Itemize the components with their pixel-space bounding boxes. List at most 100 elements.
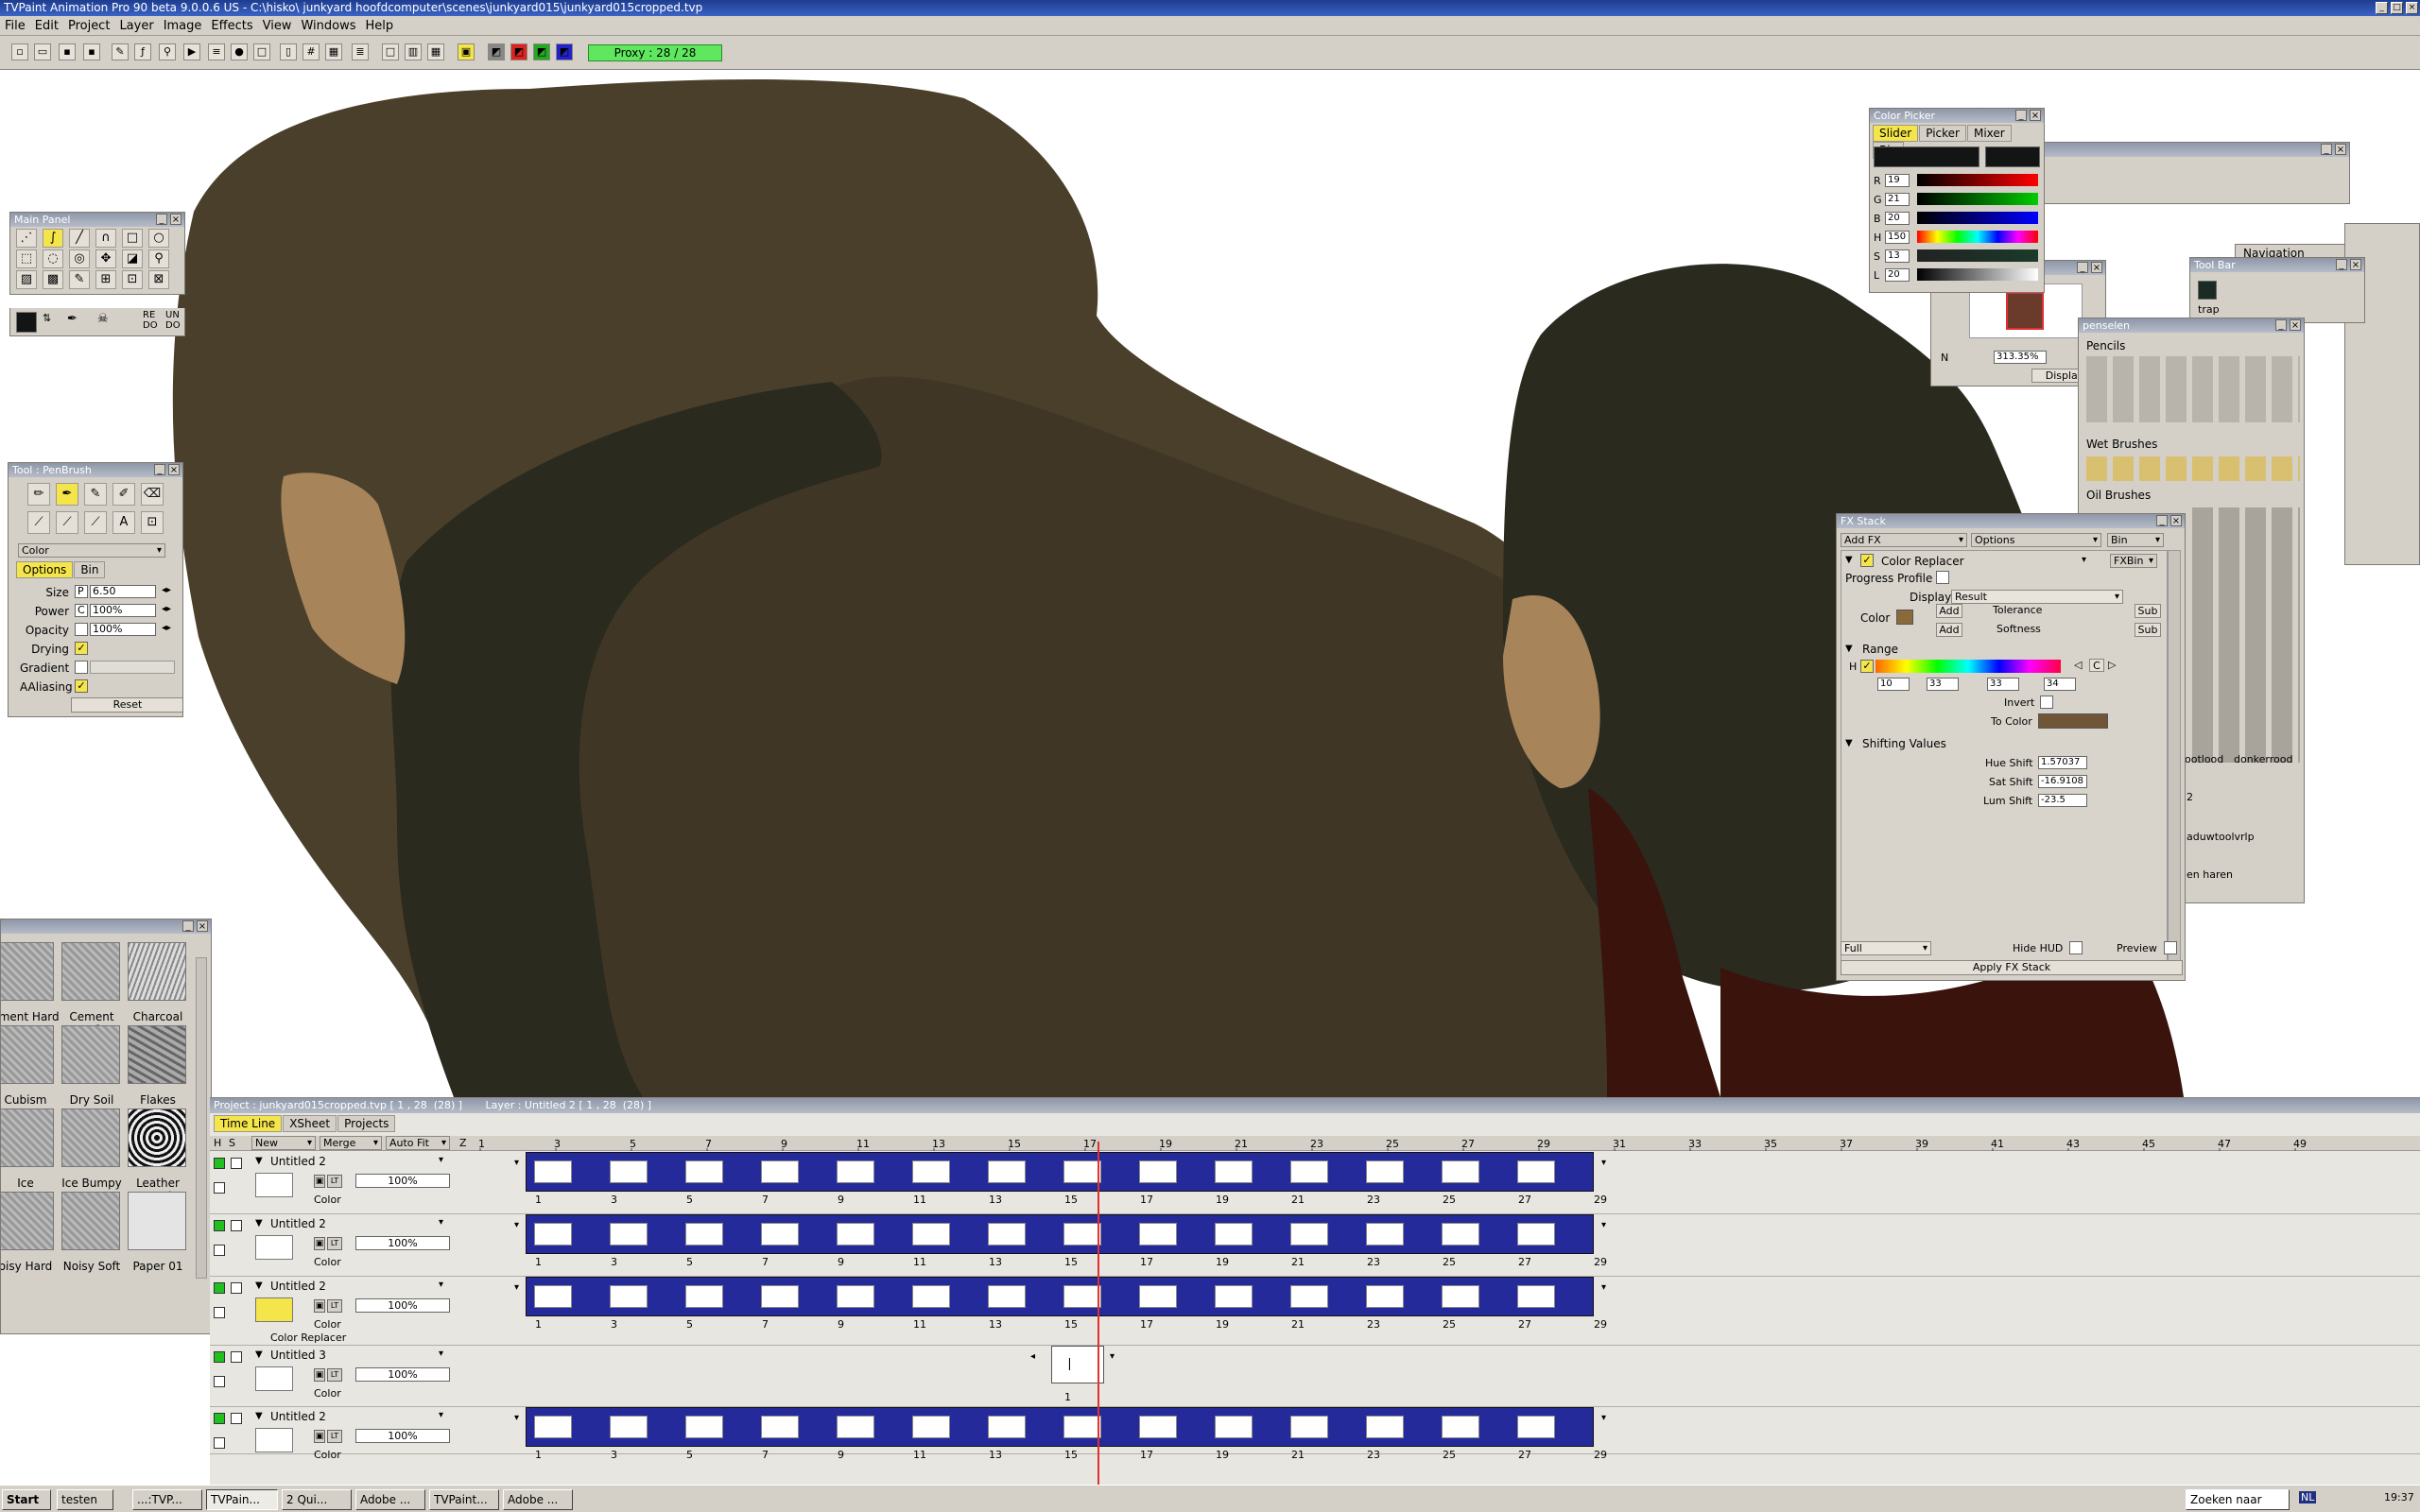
timeline-cel[interactable] <box>1139 1285 1177 1308</box>
layer-lock-toggle[interactable] <box>214 1376 225 1387</box>
minimize-icon[interactable]: _ <box>2321 144 2332 155</box>
tab-timeline[interactable]: Time Line <box>214 1115 283 1132</box>
layer-row[interactable]: ▼ Untitled 3 ▾ ▣ LT 100% Color ❘ ◂ ▾ 1 <box>210 1346 2420 1407</box>
layer-strip[interactable] <box>526 1407 1594 1447</box>
reset-button[interactable]: Reset <box>71 697 182 713</box>
timeline-cel[interactable] <box>761 1416 799 1438</box>
rectangle-icon[interactable]: □ <box>122 229 143 248</box>
play-icon[interactable]: ▶ <box>183 43 200 60</box>
layer-visibility-toggle[interactable] <box>214 1351 225 1363</box>
text-tool-icon[interactable]: A <box>112 511 135 534</box>
timeline-cel[interactable] <box>1517 1223 1555 1246</box>
navigation-viewport[interactable] <box>2006 292 2044 330</box>
fill-icon[interactable]: ◪ <box>122 249 143 268</box>
save-as-icon[interactable]: ▪ <box>83 43 100 60</box>
strip-handle-left-icon[interactable]: ▾ <box>514 1158 519 1168</box>
timeline-cel[interactable] <box>685 1160 723 1183</box>
channel-input-h[interactable]: 150 <box>1885 231 1910 244</box>
freehand-icon[interactable]: ∫ <box>43 229 63 248</box>
timeline-cel[interactable] <box>988 1285 1026 1308</box>
auto-fit-dropdown[interactable]: Auto Fit <box>386 1136 450 1150</box>
range-keyframe-prev-icon[interactable]: ◁ <box>2074 659 2082 671</box>
power-prefix[interactable]: C <box>75 604 88 617</box>
slider-s[interactable] <box>1917 249 2038 262</box>
task-testen[interactable]: testen <box>57 1489 113 1510</box>
timeline-cel[interactable] <box>685 1416 723 1438</box>
tab-options[interactable]: Options <box>16 561 74 578</box>
oil-brushes-presets[interactable] <box>2192 507 2300 763</box>
tab-projects[interactable]: Projects <box>337 1115 396 1132</box>
airbrush-icon[interactable]: ✐ <box>112 483 135 506</box>
layer-name[interactable]: Untitled 2 <box>270 1410 326 1423</box>
layer-lighttable-icon[interactable]: LT <box>327 1175 342 1188</box>
texture-charcoal[interactable] <box>128 942 186 1001</box>
timeline-cel[interactable] <box>1290 1223 1328 1246</box>
texture-ice-bumpy[interactable] <box>61 1108 120 1167</box>
slider-r[interactable] <box>1917 174 2038 186</box>
aaliasing-checkbox[interactable]: ✓ <box>75 679 88 693</box>
menu-effects[interactable]: Effects <box>206 16 257 36</box>
texture-leather-hard[interactable] <box>128 1108 186 1167</box>
close-icon[interactable]: × <box>170 214 182 225</box>
zoom-icon[interactable]: ⚲ <box>159 43 176 60</box>
layer-row[interactable]: ▼ Untitled 2 ▾ ▣ LT 100% Color ▾ ▾ 1 3 5 7 9 11 13 15 17 1… <box>210 1407 2420 1461</box>
layer-lock-toggle[interactable] <box>214 1182 225 1194</box>
layer-menu-icon[interactable]: ▾ <box>439 1410 443 1420</box>
open-icon[interactable]: ▭ <box>34 43 51 60</box>
timeline-cel[interactable] <box>988 1160 1026 1183</box>
tolerance-sub-button[interactable]: Sub <box>2135 604 2161 618</box>
texture-noisy-hard[interactable] <box>1 1192 54 1250</box>
fx-icon[interactable]: ƒ <box>134 43 151 60</box>
penbrush-icon[interactable]: ✒ <box>56 483 78 506</box>
timeline-cel[interactable] <box>534 1160 572 1183</box>
pencils-presets[interactable] <box>2086 356 2300 422</box>
blue-channel-icon[interactable]: ◩ <box>556 43 573 60</box>
timeline-cel[interactable] <box>1215 1416 1253 1438</box>
close-icon[interactable]: × <box>2091 262 2102 273</box>
grid-icon[interactable]: # <box>302 43 320 60</box>
bin-dropdown[interactable]: Bin <box>2107 533 2164 547</box>
timeline-cel[interactable] <box>1139 1416 1177 1438</box>
range-value-1[interactable]: 10 <box>1877 678 1910 691</box>
timeline-cel[interactable] <box>534 1285 572 1308</box>
add-fx-dropdown[interactable]: Add FX <box>1841 533 1967 547</box>
minimize-icon[interactable]: _ <box>2077 262 2088 273</box>
layer-lock-toggle[interactable] <box>214 1307 225 1318</box>
cross-icon[interactable]: ⊠ <box>148 270 169 289</box>
softness-sub-button[interactable]: Sub <box>2135 623 2161 637</box>
invert-checkbox[interactable] <box>2040 696 2053 709</box>
fx-list-scrollbar[interactable] <box>2168 550 2181 966</box>
layer-solo-toggle[interactable] <box>231 1220 242 1231</box>
timeline-cel[interactable] <box>1063 1416 1101 1438</box>
layer-lock-toggle[interactable] <box>214 1245 225 1256</box>
layer-solo-toggle[interactable] <box>231 1158 242 1169</box>
mode-dropdown[interactable]: Color <box>18 543 165 558</box>
layer-name[interactable]: Untitled 2 <box>270 1155 326 1168</box>
layer-solo-toggle[interactable] <box>231 1413 242 1424</box>
timeline-cel[interactable] <box>988 1416 1026 1438</box>
mask-icon[interactable]: ◩ <box>488 43 505 60</box>
new-layer-dropdown[interactable]: New <box>251 1136 316 1150</box>
layer-visibility-toggle[interactable] <box>214 1158 225 1169</box>
start-button[interactable]: Start <box>2 1489 51 1510</box>
task-tvpaint-2[interactable]: TVPaint... <box>429 1489 499 1510</box>
task-adobe-1[interactable]: Adobe ... <box>355 1489 425 1510</box>
layer-lighttable-icon[interactable]: LT <box>327 1237 342 1250</box>
current-color-swatch[interactable] <box>16 312 37 333</box>
proxy-indicator[interactable]: Proxy : 28 / 28 <box>588 44 722 61</box>
fxbin-dropdown[interactable]: FXBin <box>2110 554 2157 568</box>
undo-button[interactable]: UN DO <box>165 310 184 331</box>
select-circle-icon[interactable]: ◌ <box>43 249 63 268</box>
texture-cement-hard[interactable] <box>1 942 54 1001</box>
new-icon[interactable]: ▫ <box>11 43 28 60</box>
timeline-cel[interactable] <box>1063 1160 1101 1183</box>
timeline-cel[interactable] <box>610 1285 648 1308</box>
opacity-input[interactable]: 100% <box>90 623 156 636</box>
timeline-cel[interactable] <box>912 1160 950 1183</box>
strip-handle-right-icon[interactable]: ▾ <box>1601 1158 1606 1168</box>
layer-lock-icon[interactable]: ▣ <box>314 1299 325 1313</box>
timeline-cel[interactable] <box>1215 1160 1253 1183</box>
crop-icon[interactable]: ▨ <box>16 270 37 289</box>
range-c-button[interactable]: C <box>2089 659 2104 672</box>
timeline-cel[interactable] <box>1442 1285 1479 1308</box>
